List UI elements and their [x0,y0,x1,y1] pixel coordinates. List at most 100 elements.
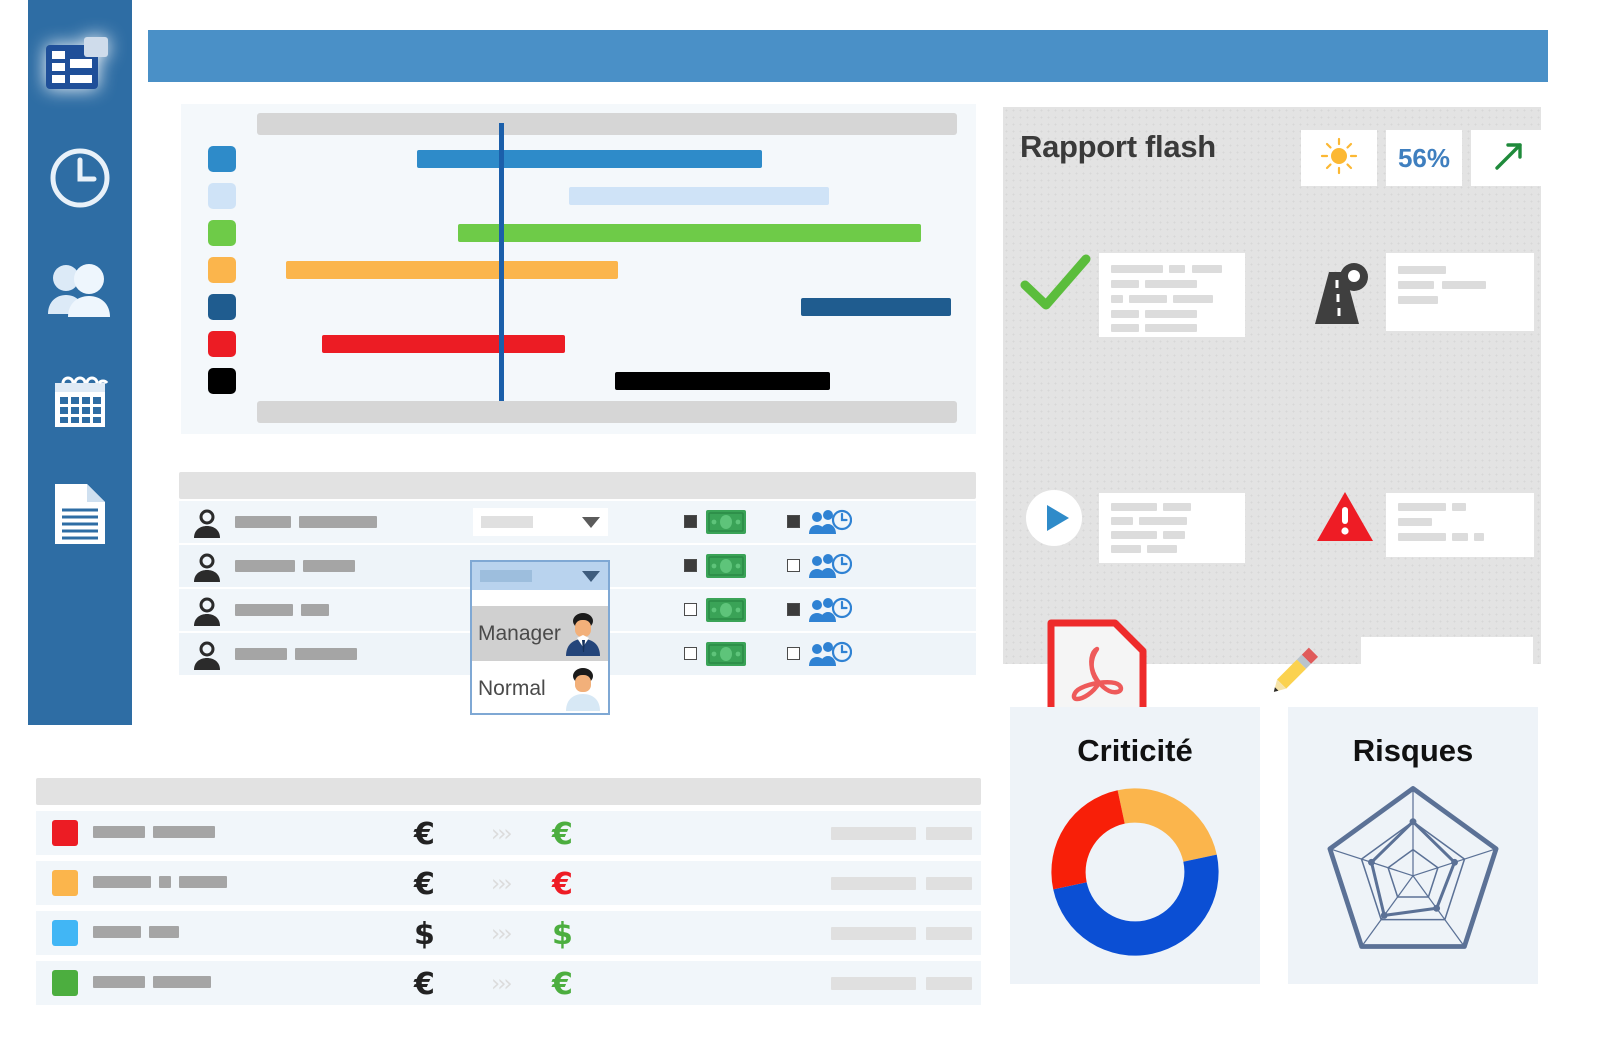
sidebar-item-time[interactable] [44,142,116,214]
gantt-bar[interactable] [569,187,829,205]
team-checkbox[interactable] [787,603,800,616]
name-placeholder [153,976,211,988]
gantt-header-band [257,113,957,135]
sidebar-item-planning[interactable] [44,366,116,438]
gantt-bar[interactable] [417,150,762,168]
gantt-bar[interactable] [458,224,921,242]
budget-checkbox[interactable] [684,559,697,572]
budget-checkbox[interactable] [684,515,697,528]
criticite-donut[interactable] [1010,777,1260,967]
role-dropdown[interactable]: Manager Normal [470,560,610,715]
budget-checkbox[interactable] [684,647,697,660]
gantt-chart[interactable] [181,104,976,434]
sidebar-item-documents[interactable] [44,478,116,550]
team-availability-icon[interactable] [808,641,853,667]
team-checkbox[interactable] [787,647,800,660]
table-row[interactable]: $ ››› $ [36,911,981,955]
gantt-bar[interactable] [322,335,565,353]
money-icon[interactable] [706,642,746,666]
table-row[interactable]: € ››› € [36,961,981,1005]
value-placeholder [831,877,916,890]
text-line [1398,503,1446,511]
team-checkbox[interactable] [787,559,800,572]
money-icon[interactable] [706,598,746,622]
team-availability-icon[interactable] [808,597,853,623]
budget-initial: $ [414,917,435,952]
radar-point[interactable] [1451,858,1458,866]
person-icon [191,641,223,670]
gantt-row[interactable] [181,325,976,362]
pencil-icon[interactable] [1263,640,1325,707]
gantt-row[interactable] [181,251,976,288]
kpi-weather[interactable] [1301,130,1377,186]
flash-tile-2[interactable] [1386,253,1534,331]
team-checkbox[interactable] [787,515,800,528]
team-availability-icon[interactable] [808,509,853,535]
kpi-percent[interactable]: 56% [1386,130,1462,186]
manager-avatar-icon [564,612,602,656]
text-line [1111,531,1157,539]
name-placeholder [153,826,215,838]
budget-table[interactable]: € ››› € € ››› € $ ››› $ € ››› € [36,778,981,1005]
gantt-row[interactable] [181,140,976,177]
budget-initial: € [414,817,435,852]
gantt-row-swatch [208,294,236,320]
money-icon[interactable] [706,510,746,534]
sidebar-item-resources[interactable] [44,254,116,326]
text-line [1111,310,1139,318]
gantt-row[interactable] [181,177,976,214]
text-line [1111,517,1133,525]
text-line [1111,280,1139,288]
transition-arrows-icon: ››› [491,971,513,997]
radar-point[interactable] [1409,818,1417,826]
text-line [1145,280,1197,288]
dropdown-option-manager[interactable]: Manager [472,606,608,661]
gantt-row[interactable] [181,214,976,251]
table-row[interactable]: € ››› € [36,811,981,855]
donut-slice[interactable] [1051,790,1125,890]
status-swatch [52,870,78,896]
flash-tile-4[interactable] [1386,493,1534,557]
name-placeholder [93,976,145,988]
money-icon[interactable] [706,554,746,578]
radar-point[interactable] [1368,858,1375,866]
risques-radar[interactable] [1288,777,1538,967]
play-button-icon[interactable] [1025,489,1083,552]
gantt-rows [181,140,976,399]
top-bar [148,30,1548,82]
donut-slice[interactable] [1117,788,1217,862]
flash-tile-5[interactable] [1361,637,1533,709]
name-placeholder [235,560,295,572]
role-dropdown-trigger[interactable] [472,562,608,590]
budget-checkbox[interactable] [684,603,697,616]
text-line [1398,518,1432,526]
gantt-row[interactable] [181,288,976,325]
budget-current: € [552,817,573,852]
text-line [1169,265,1185,273]
table-row[interactable] [179,501,976,543]
person-icon [191,553,223,582]
text-line [1452,503,1466,511]
table-row[interactable]: € ››› € [36,861,981,905]
dropdown-option-normal[interactable]: Normal [472,661,608,716]
name-placeholder [301,604,329,616]
team-availability-icon[interactable] [808,553,853,579]
text-line [1145,310,1197,318]
radar-point[interactable] [1380,911,1388,919]
gantt-bar[interactable] [615,372,830,390]
name-placeholder [93,826,145,838]
sidebar-item-dashboard[interactable] [44,30,116,102]
gantt-bar[interactable] [286,261,618,279]
dropdown-gap [472,590,608,606]
gantt-bar[interactable] [801,298,951,316]
radar-point[interactable] [1433,904,1441,912]
text-line [1163,531,1185,539]
flash-tile-1[interactable] [1099,253,1245,337]
kpi-trend[interactable] [1471,130,1547,186]
role-dropdown-value [480,570,532,582]
role-select[interactable] [473,508,608,536]
flash-tile-3[interactable] [1099,493,1245,563]
gantt-row[interactable] [181,362,976,399]
text-line [1163,503,1191,511]
budget-current: € [552,867,573,902]
